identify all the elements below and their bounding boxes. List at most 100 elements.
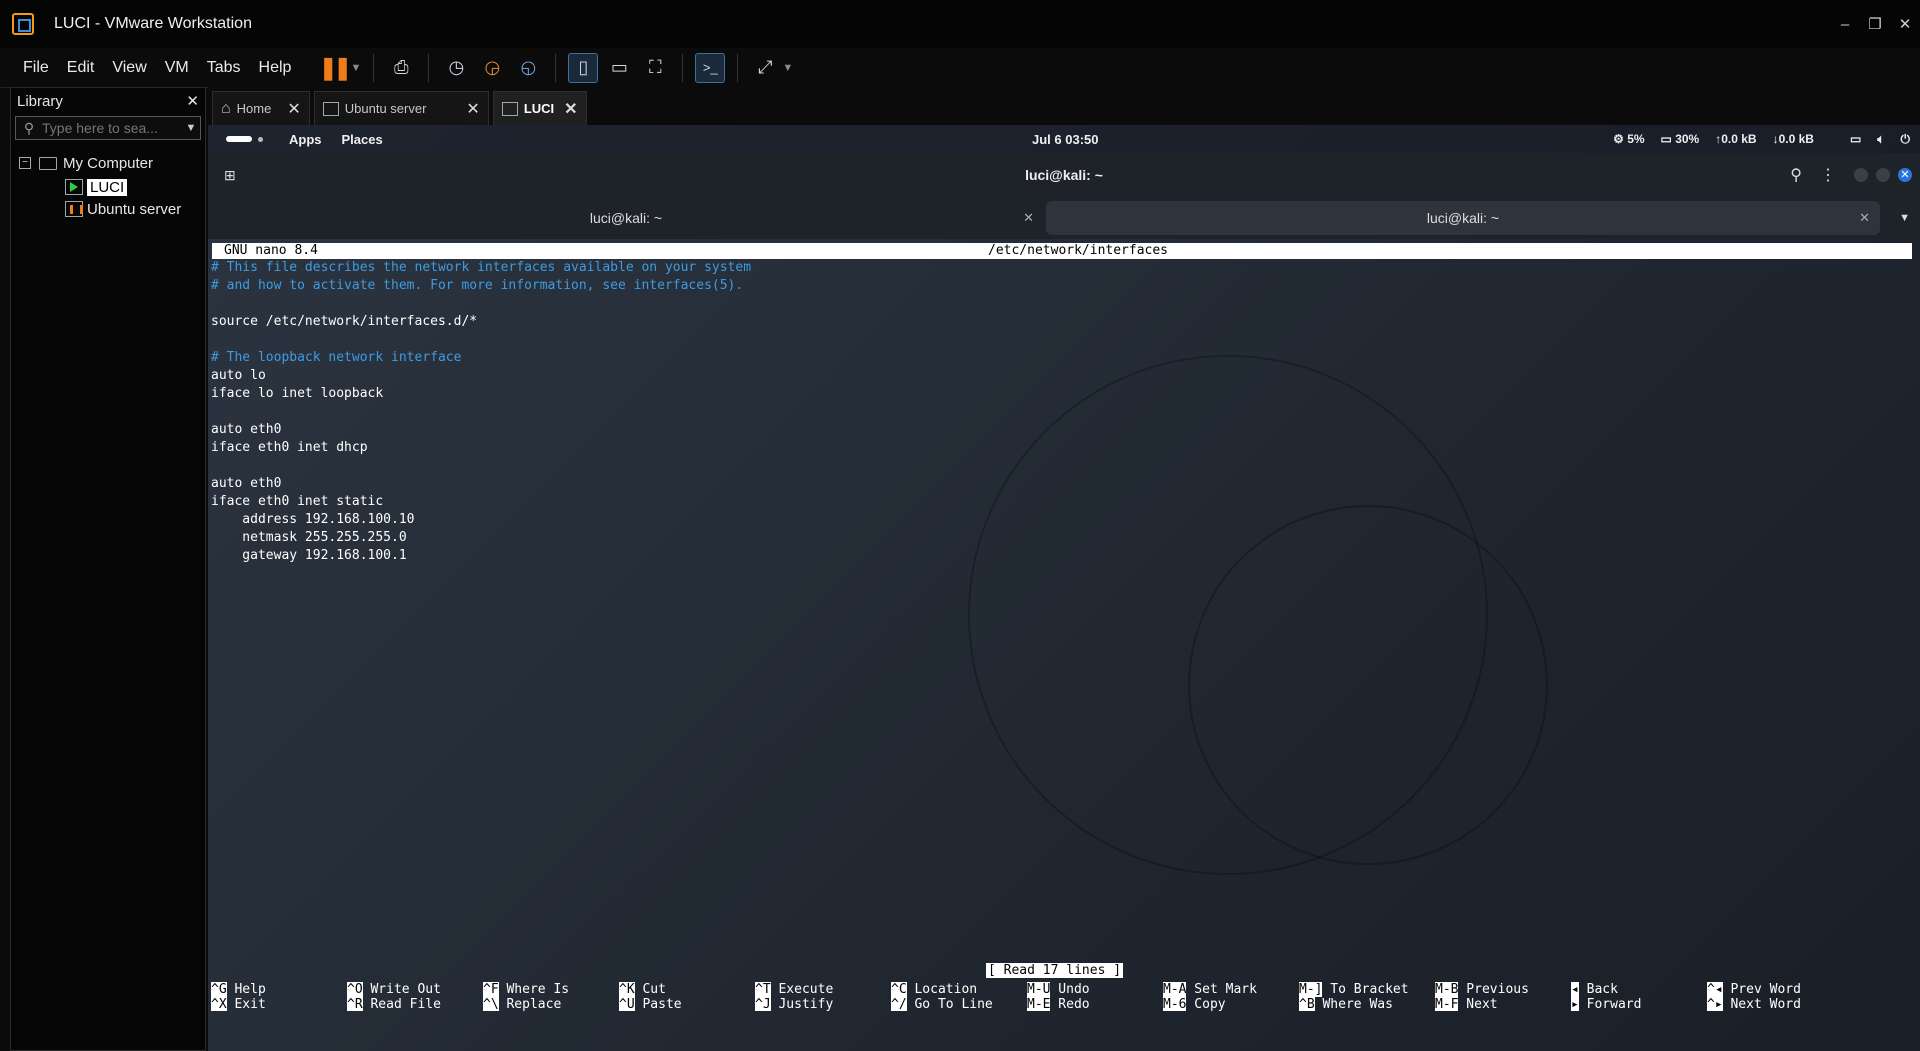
- code-line: netmask 255.255.255.0: [211, 530, 407, 545]
- menu-edit[interactable]: Edit: [58, 59, 104, 77]
- power-icon[interactable]: ⏻: [1901, 132, 1911, 147]
- code-line: # and how to activate them. For more inf…: [211, 278, 744, 293]
- collapse-icon[interactable]: −: [19, 157, 31, 169]
- maximize-terminal-icon[interactable]: [1876, 168, 1890, 182]
- vm-paused-icon: [65, 201, 83, 217]
- shortcut-item: M-F Next: [1435, 997, 1498, 1011]
- code-line: # This file describes the network interf…: [211, 260, 752, 275]
- upload-indicator: ↑0.0 kB: [1715, 132, 1757, 146]
- file-content[interactable]: # This file describes the network interf…: [211, 259, 751, 565]
- tree-item-ubuntu-server[interactable]: Ubuntu server: [11, 198, 205, 220]
- terminal-title: luci@kali: ~: [1025, 167, 1103, 183]
- code-line: source /etc/network/interfaces.d/*: [211, 314, 478, 329]
- home-icon: ⌂: [221, 99, 231, 117]
- terminal-header: luci@kali: ~ ⊞ ⚲ ⋮ ✕: [208, 153, 1920, 197]
- pause-dropdown-icon[interactable]: ▼: [350, 62, 361, 74]
- menu-bar: File Edit View VM Tabs Help ❚❚ ▼ ⎙ ◷ ◶ ◵…: [0, 48, 1920, 88]
- shortcut-item: ^R Read File: [347, 997, 441, 1011]
- console-view-icon[interactable]: >_: [695, 52, 726, 83]
- memory-indicator: ▭ 30%: [1660, 132, 1700, 146]
- title-bar: LUCI - VMware Workstation – ❐ ✕: [0, 0, 1920, 48]
- stretch-dropdown-icon[interactable]: ▼: [782, 62, 793, 74]
- code-line: address 192.168.100.10: [211, 512, 415, 527]
- menu-tabs[interactable]: Tabs: [198, 59, 250, 77]
- tab-list-dropdown-icon[interactable]: ▼: [1899, 212, 1910, 224]
- tab-luci[interactable]: LUCI ✕: [492, 91, 587, 125]
- library-tree: − My Computer LUCI Ubuntu server: [11, 152, 205, 220]
- vm-paused-icon: [322, 101, 339, 116]
- vm-running-icon: [65, 179, 83, 195]
- menu-vm[interactable]: VM: [156, 59, 198, 77]
- menu-view[interactable]: View: [103, 59, 155, 77]
- tab-home[interactable]: ⌂ Home ✕: [212, 91, 310, 125]
- revert-snapshot-icon[interactable]: ◶: [477, 53, 507, 83]
- code-line: iface lo inet loopback: [211, 386, 384, 401]
- library-search-input[interactable]: [42, 120, 182, 136]
- code-line: auto eth0: [211, 422, 282, 437]
- snapshot-icon[interactable]: ◷: [441, 53, 471, 83]
- search-icon[interactable]: ⚲: [1790, 165, 1802, 185]
- full-screen-icon[interactable]: ⛶: [640, 53, 670, 83]
- thumbnail-bar-icon[interactable]: ▭: [604, 53, 634, 83]
- terminal-tab-2[interactable]: luci@kali: ~ ✕: [1046, 201, 1880, 235]
- close-tab-icon[interactable]: ✕: [1859, 210, 1870, 226]
- close-tab-icon[interactable]: ✕: [287, 99, 300, 119]
- apps-menu[interactable]: Apps: [289, 132, 322, 147]
- shortcut-item: ▸ Forward: [1571, 997, 1642, 1011]
- close-tab-icon[interactable]: ✕: [564, 99, 577, 119]
- workspace-indicator-icon[interactable]: [258, 136, 263, 142]
- tree-item-luci[interactable]: LUCI: [11, 176, 205, 198]
- nano-filename: /etc/network/interfaces: [988, 243, 1169, 258]
- vm-tab-bar: ⌂ Home ✕ Ubuntu server ✕ LUCI ✕: [208, 87, 1920, 125]
- nano-editor[interactable]: GNU nano 8.4 /etc/network/interfaces # T…: [208, 239, 1920, 1051]
- nano-header: GNU nano 8.4 /etc/network/interfaces: [212, 243, 1912, 259]
- nano-version: GNU nano 8.4: [224, 243, 318, 258]
- show-library-icon[interactable]: ▯: [568, 52, 599, 83]
- search-dropdown-icon[interactable]: ▼: [182, 122, 200, 134]
- clock[interactable]: Jul 6 03:50: [1032, 132, 1099, 147]
- stretch-guest-icon[interactable]: ⤢: [750, 53, 780, 83]
- tab-ubuntu-server[interactable]: Ubuntu server ✕: [313, 91, 489, 125]
- close-window-button[interactable]: ✕: [1890, 15, 1920, 33]
- pause-vm-icon[interactable]: ❚❚: [318, 53, 352, 83]
- minimize-terminal-icon[interactable]: [1854, 168, 1868, 182]
- download-indicator: ↓0.0 kB: [1772, 132, 1814, 146]
- close-library-icon[interactable]: ✕: [186, 92, 199, 110]
- snapshot-manager-icon[interactable]: ◵: [513, 53, 543, 83]
- kali-top-panel: Apps Places Jul 6 03:50 ⚙ 5% ▭ 30% ↑0.0 …: [208, 125, 1920, 153]
- guest-display[interactable]: Apps Places Jul 6 03:50 ⚙ 5% ▭ 30% ↑0.0 …: [208, 125, 1920, 1051]
- window-controls: – ❐ ✕: [1830, 0, 1920, 48]
- volume-icon[interactable]: 🔈︎: [1877, 132, 1884, 147]
- close-tab-icon[interactable]: ✕: [466, 99, 479, 119]
- shortcut-item: ^B Where Was: [1299, 997, 1393, 1011]
- terminal-tab-1[interactable]: luci@kali: ~ ✕: [208, 201, 1044, 235]
- toolbar: ❚❚ ▼ ⎙ ◷ ◶ ◵ ▯ ▭ ⛶ >_ ⤢ ▼: [318, 52, 793, 83]
- main-area: ⌂ Home ✕ Ubuntu server ✕ LUCI ✕ Apps Pla…: [208, 87, 1920, 1051]
- nano-shortcuts: ^G Help ^O Write Out ^F Where Is ^K Cut ^T E…: [211, 981, 1911, 1011]
- search-icon: ⚲: [23, 119, 35, 136]
- code-line: gateway 192.168.100.1: [211, 548, 407, 563]
- tree-item-my-computer[interactable]: − My Computer: [11, 152, 205, 174]
- restore-button[interactable]: ❐: [1860, 15, 1890, 33]
- display-icon[interactable]: ▭: [1850, 132, 1861, 146]
- send-ctrl-alt-del-icon[interactable]: ⎙: [386, 53, 416, 83]
- menu-help[interactable]: Help: [250, 59, 301, 77]
- nano-status: [ Read 17 lines ]: [986, 963, 1124, 978]
- shortcut-item: ^U Paste: [619, 997, 682, 1011]
- kali-menu-icon[interactable]: [226, 136, 252, 142]
- system-tray: ⚙ 5% ▭ 30% ↑0.0 kB ↓0.0 kB ▭ 🔈︎ ⏻: [1613, 132, 1910, 147]
- menu-kebab-icon[interactable]: ⋮: [1820, 165, 1836, 185]
- close-tab-icon[interactable]: ✕: [1023, 210, 1034, 226]
- shortcut-item: ^▸ Next Word: [1707, 997, 1801, 1011]
- shortcut-item: ^/ Go To Line: [891, 997, 993, 1011]
- places-menu[interactable]: Places: [342, 132, 383, 147]
- shortcut-item: ^\ Replace: [483, 997, 562, 1011]
- library-search: ⚲ ▼: [15, 116, 201, 140]
- code-line: iface eth0 inet static: [211, 494, 384, 509]
- menu-file[interactable]: File: [14, 59, 58, 77]
- minimize-button[interactable]: –: [1830, 16, 1860, 33]
- computer-icon: [39, 156, 57, 170]
- library-title: Library: [17, 92, 63, 110]
- close-terminal-icon[interactable]: ✕: [1898, 168, 1912, 182]
